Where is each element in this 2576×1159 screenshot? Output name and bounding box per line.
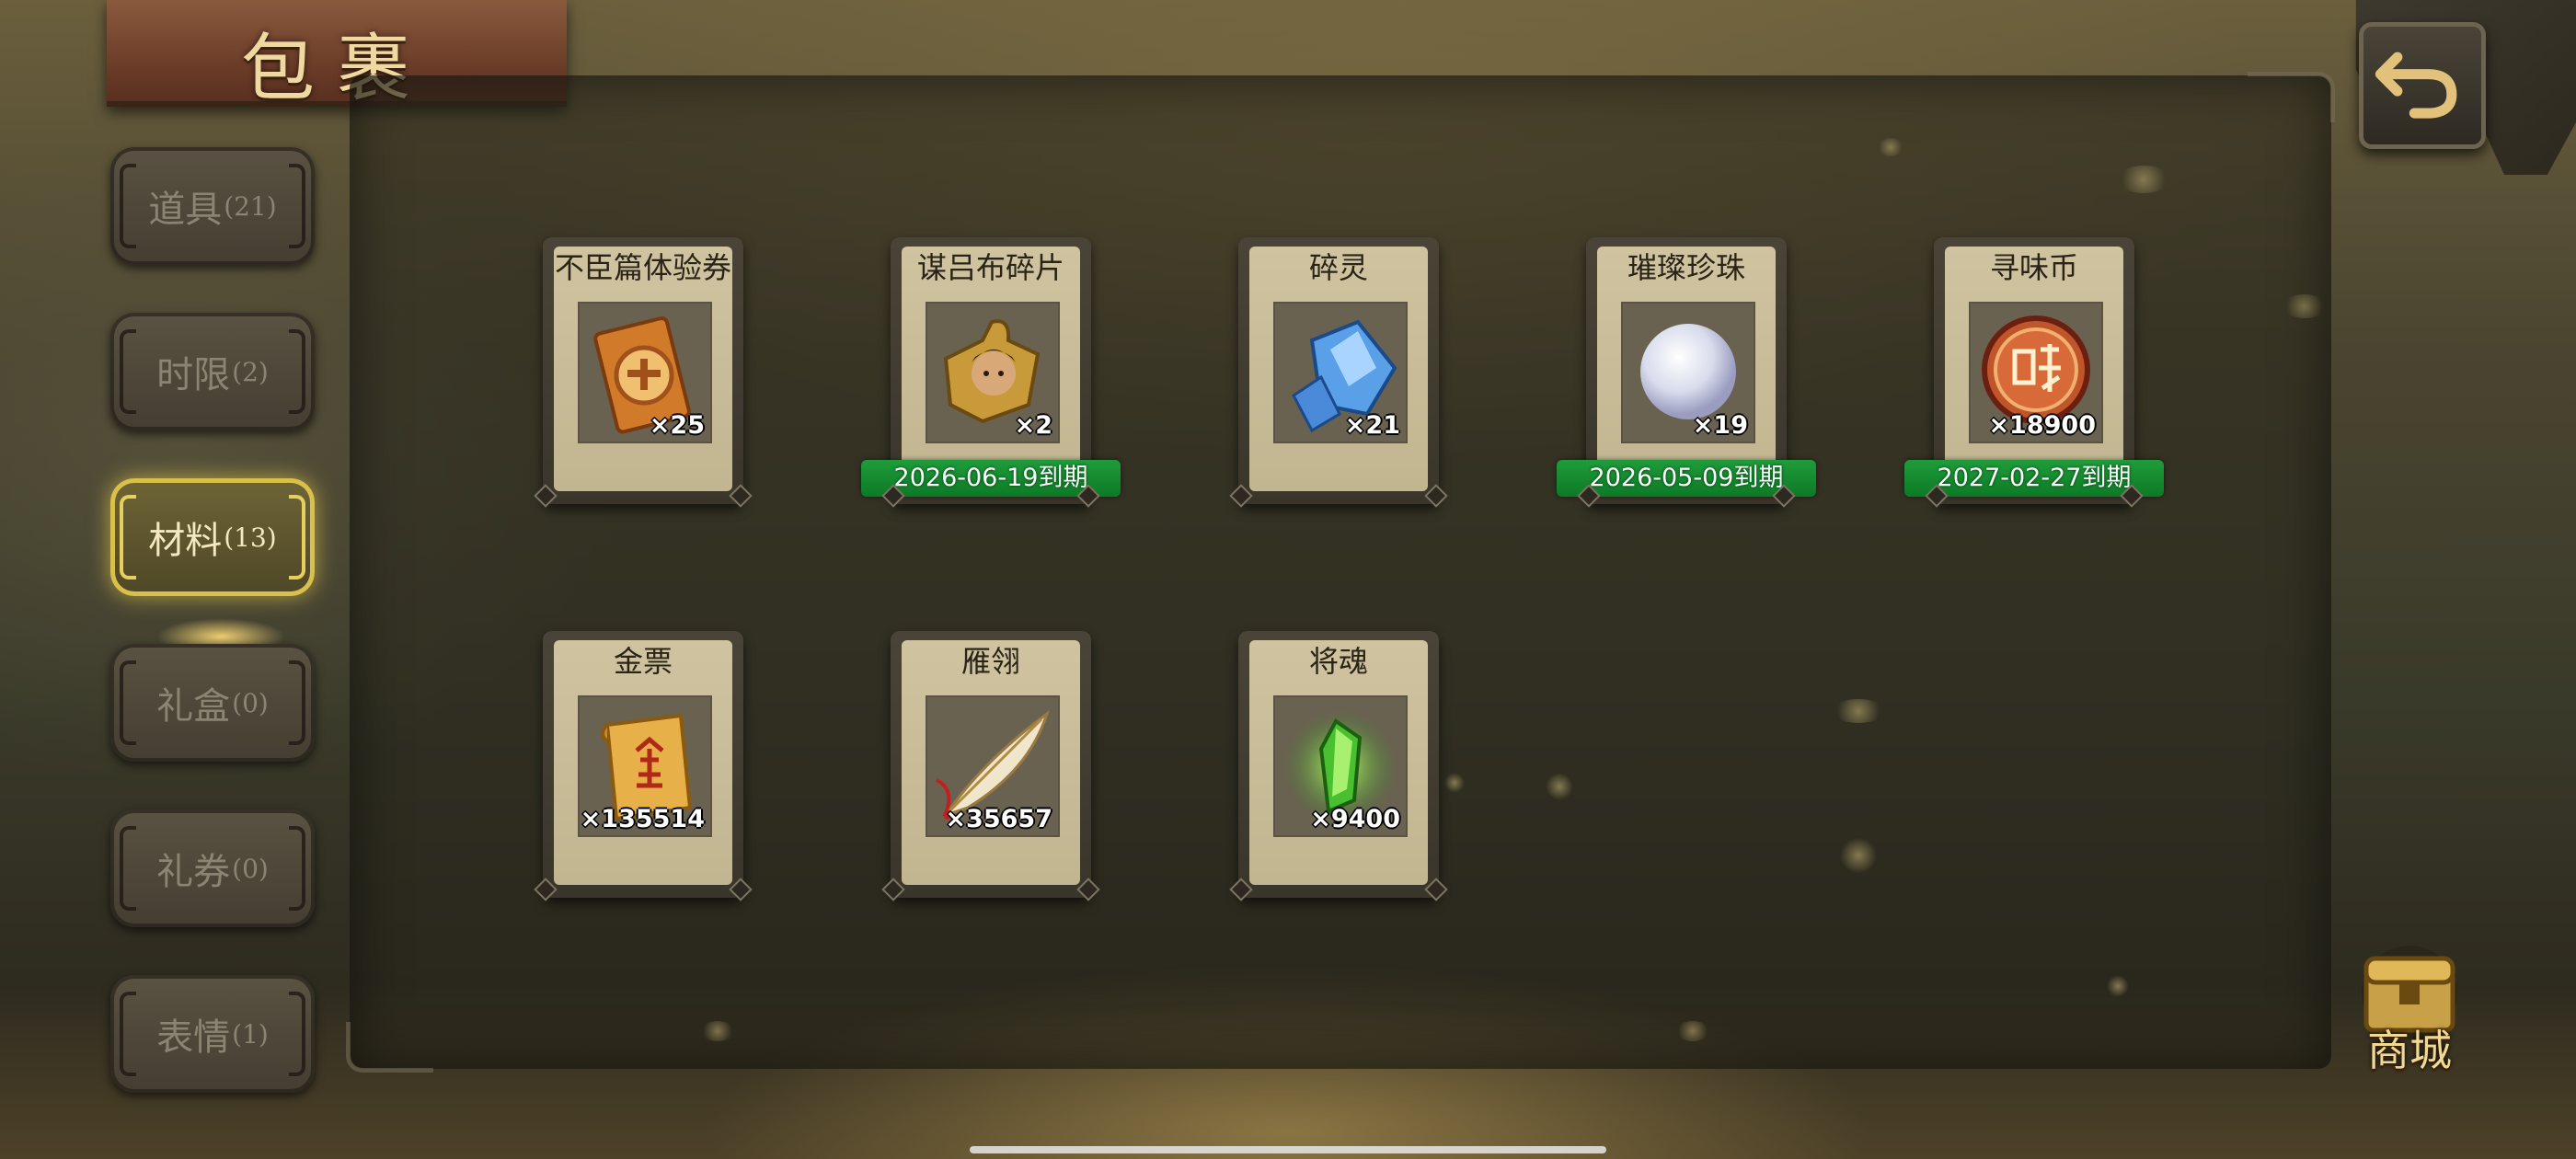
tab-count: (0) — [232, 687, 269, 718]
item-icon-frame: ×21 — [1273, 302, 1408, 443]
item-name: 不臣篇体验券 — [554, 250, 731, 285]
back-button[interactable] — [2359, 22, 2486, 149]
item-name: 碎灵 — [1308, 250, 1368, 285]
item-icon-frame: ×135514 — [578, 695, 712, 837]
inventory-panel — [346, 72, 2335, 1073]
tab-items[interactable]: 道具 (21) — [110, 147, 315, 265]
tab-count: (2) — [232, 356, 269, 387]
item-card[interactable]: 谋吕布碎片 ×2 2026-06-19到期 — [861, 237, 1121, 508]
tab-materials[interactable]: 材料 (13) — [110, 478, 315, 596]
item-card[interactable]: 寻味币 ×18900 2027-02-27到期 — [1904, 237, 2164, 508]
item-icon-frame: ×19 — [1621, 302, 1755, 443]
item-quantity: ×135514 — [580, 805, 705, 833]
tab-count: (0) — [232, 853, 269, 884]
tab-emotes[interactable]: 表情 (1) — [110, 975, 315, 1093]
item-icon-frame: ×2 — [926, 302, 1060, 443]
item-card[interactable]: 雁翎 ×35657 — [881, 631, 1100, 901]
tab-time-limited[interactable]: 时限 (2) — [110, 313, 315, 430]
item-icon-frame: ×18900 — [1969, 302, 2103, 443]
tab-gift-boxes[interactable]: 礼盒 (0) — [110, 644, 315, 762]
shop-button[interactable]: 商城 — [2340, 938, 2478, 1085]
item-name: 雁翎 — [960, 644, 1020, 679]
item-quantity: ×19 — [1692, 411, 1748, 440]
tab-label: 礼盒 — [156, 685, 231, 728]
panel-corner-ornament — [346, 1022, 433, 1073]
item-card[interactable]: 碎灵 ×21 — [1229, 237, 1448, 508]
item-quantity: ×9400 — [1310, 805, 1400, 833]
tab-label: 礼券 — [156, 851, 231, 893]
tab-gift-vouchers[interactable]: 礼券 (0) — [110, 809, 315, 927]
home-indicator[interactable] — [970, 1146, 1606, 1153]
item-name: 金票 — [613, 644, 673, 679]
item-card[interactable]: 不臣篇体验券 ×25 — [534, 237, 753, 508]
item-card[interactable]: 将魂 ×9400 — [1229, 631, 1448, 901]
item-quantity: ×2 — [1014, 411, 1052, 440]
item-icon-frame: ×9400 — [1273, 695, 1408, 837]
tab-count: (13) — [224, 522, 277, 553]
tab-label: 时限 — [156, 354, 231, 396]
item-card[interactable]: 璀璨珍珠 ×19 2026-05-09到期 — [1557, 237, 1816, 508]
item-name: 将魂 — [1308, 644, 1368, 679]
panel-corner-ornament — [2248, 72, 2335, 122]
item-icon-frame: ×35657 — [926, 695, 1060, 837]
tab-label: 材料 — [148, 520, 223, 562]
tab-count: (1) — [232, 1018, 269, 1050]
item-name: 寻味币 — [1989, 250, 2078, 285]
item-icon-frame: ×25 — [578, 302, 712, 443]
tab-count: (21) — [224, 190, 277, 222]
item-quantity: ×21 — [1344, 411, 1400, 440]
tab-label: 道具 — [148, 189, 223, 231]
back-arrow-icon — [2375, 52, 2457, 119]
item-quantity: ×18900 — [1988, 411, 2096, 440]
shop-label: 商城 — [2367, 1026, 2452, 1075]
item-card[interactable]: 金票 ×135514 — [534, 631, 753, 901]
item-quantity: ×35657 — [945, 805, 1052, 833]
item-name: 谋吕布碎片 — [916, 250, 1064, 285]
item-name: 璀璨珍珠 — [1627, 250, 1745, 285]
tab-label: 表情 — [156, 1016, 231, 1059]
item-quantity: ×25 — [649, 411, 705, 440]
